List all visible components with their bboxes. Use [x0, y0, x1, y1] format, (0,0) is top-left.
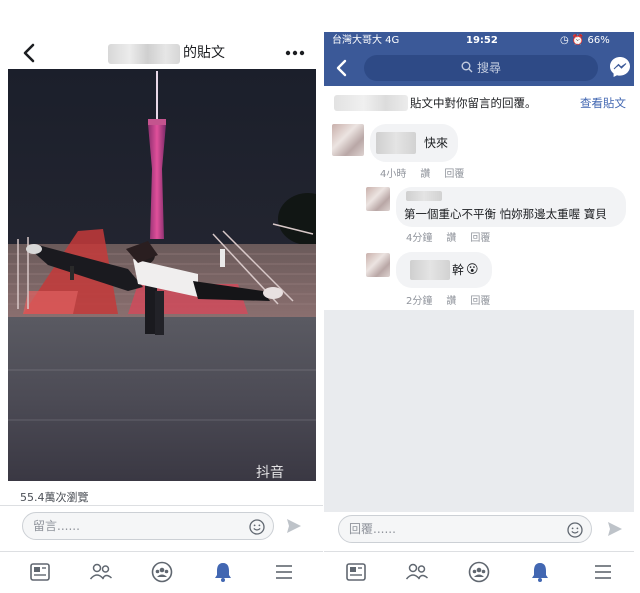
back-arrow-icon[interactable] [20, 42, 40, 64]
blurred-commenter-name [376, 132, 416, 154]
comment-bubble: 快來 [370, 124, 458, 162]
tab-groups[interactable] [149, 560, 175, 584]
notification-comments-screen: 台灣大哥大 4G 19:52 ◷ ⏰ 66% 搜尋 貼文中對你留言的回覆。 查看… [324, 0, 640, 593]
send-icon[interactable] [606, 520, 624, 538]
emoji-icon[interactable] [249, 519, 265, 535]
like-link[interactable]: 讚 [420, 169, 430, 180]
reply-placeholder: 回覆...... [349, 522, 396, 536]
friends-icon [89, 563, 113, 580]
blurred-commenter-name [406, 191, 442, 201]
blurred-commenter-name [410, 260, 450, 280]
video-post-screen: 的貼文 抖音 55.4萬次瀏覽 留言...... [0, 0, 323, 593]
battery-status: ◷ ⏰ 66% [560, 35, 610, 46]
reply-link[interactable]: 回覆 [444, 169, 464, 180]
avatar[interactable] [366, 187, 390, 211]
clock: 19:52 [466, 35, 498, 46]
post-title: 的貼文 [183, 45, 225, 61]
reply-input[interactable]: 回覆...... [338, 515, 592, 543]
search-placeholder: 搜尋 [476, 61, 501, 75]
tab-notifications[interactable] [210, 560, 236, 584]
notifications-bell-icon [532, 563, 548, 582]
comment-time: 4小時 [380, 169, 407, 180]
notification-summary: 貼文中對你留言的回覆。 查看貼文 [332, 92, 632, 114]
empty-content-area [324, 310, 634, 512]
tab-menu[interactable] [271, 560, 297, 584]
divider [0, 505, 323, 506]
notifications-bell-icon [215, 563, 231, 582]
post-header: 的貼文 [0, 36, 323, 70]
comment-text: 幹 [452, 263, 465, 277]
carrier-label: 台灣大哥大 4G [332, 35, 400, 46]
tab-menu[interactable] [590, 560, 616, 584]
tab-groups[interactable] [466, 560, 492, 584]
comment-input[interactable]: 留言...... [22, 512, 274, 540]
comment-meta: 4小時 讚 回覆 [380, 165, 478, 180]
blurred-author-name [334, 95, 408, 111]
tab-friends[interactable] [404, 560, 430, 584]
tab-notifications[interactable] [527, 560, 553, 584]
menu-icon [595, 565, 611, 579]
back-arrow-icon[interactable] [334, 58, 350, 78]
menu-icon [276, 565, 292, 579]
surprised-emoji-icon: 😮 [466, 262, 479, 276]
video-watermark: 抖音 [256, 464, 284, 480]
tab-news-feed[interactable] [27, 560, 53, 584]
comment-time: 4分鐘 [406, 233, 433, 244]
facebook-top-bar: 搜尋 [324, 50, 634, 86]
messenger-icon[interactable] [608, 55, 632, 79]
comment-text: 第一個重心不平衡 怕妳那邊太重喔 寶貝 [404, 207, 607, 221]
groups-icon [468, 561, 490, 583]
news-feed-icon [30, 563, 50, 581]
comment-meta: 4分鐘 讚 回覆 [406, 229, 504, 244]
notice-text: 貼文中對你留言的回覆。 [410, 96, 537, 110]
bottom-tab-bar [324, 551, 634, 593]
view-count: 55.4萬次瀏覽 [20, 491, 89, 504]
avatar[interactable] [366, 253, 390, 277]
comment-placeholder: 留言...... [33, 519, 80, 533]
reply-link[interactable]: 回覆 [470, 296, 490, 307]
tab-news-feed[interactable] [343, 560, 369, 584]
comment-meta: 2分鐘 讚 回覆 [406, 292, 504, 307]
like-link[interactable]: 讚 [446, 233, 456, 244]
friends-icon [405, 563, 429, 580]
groups-icon [151, 561, 173, 583]
news-feed-icon [346, 563, 366, 581]
search-icon [461, 61, 473, 73]
tab-friends[interactable] [88, 560, 114, 584]
reply-link[interactable]: 回覆 [470, 233, 490, 244]
comment-text: 快來 [424, 136, 449, 150]
avatar[interactable] [332, 124, 364, 156]
send-icon[interactable] [285, 517, 303, 535]
video-player[interactable]: 抖音 [8, 69, 316, 481]
reply-bubble: 第一個重心不平衡 怕妳那邊太重喔 寶貝 [396, 187, 626, 227]
reply-bubble: 幹 😮 [396, 252, 492, 288]
view-post-link[interactable]: 查看貼文 [580, 92, 626, 114]
status-bar: 台灣大哥大 4G 19:52 ◷ ⏰ 66% [324, 32, 634, 50]
video-frame: 抖音 [8, 69, 316, 481]
comment-time: 2分鐘 [406, 296, 433, 307]
search-input[interactable]: 搜尋 [364, 55, 598, 81]
more-options-icon[interactable] [284, 42, 306, 64]
bottom-tab-bar [0, 551, 323, 593]
emoji-icon[interactable] [567, 522, 583, 538]
like-link[interactable]: 讚 [446, 296, 456, 307]
blurred-author-name [108, 44, 180, 64]
